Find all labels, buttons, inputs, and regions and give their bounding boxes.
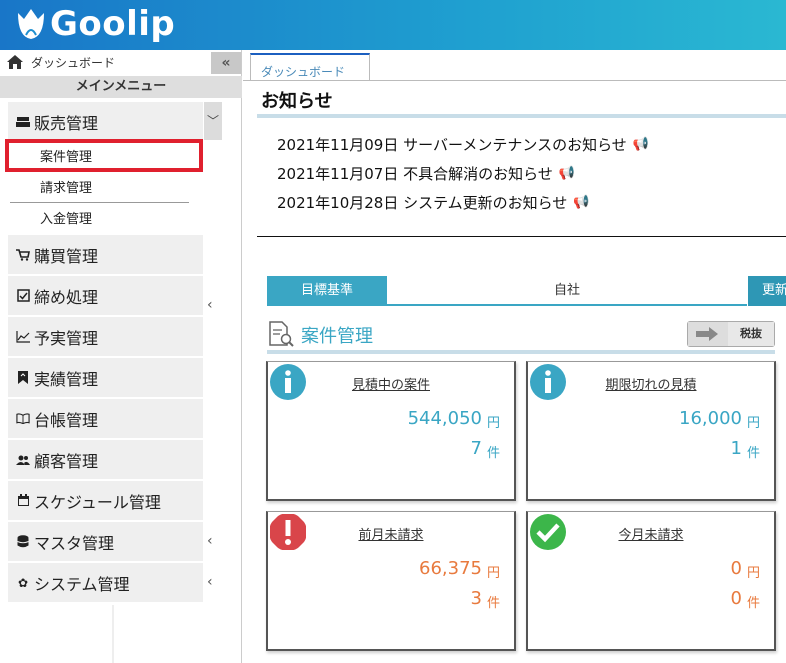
- sidebar-subitem-projects[interactable]: 案件管理: [40, 146, 92, 165]
- divider: [243, 80, 786, 81]
- checkbox-icon: [16, 289, 30, 303]
- main-menu-title: メインメニュー: [0, 76, 242, 98]
- update-button[interactable]: 更新: [748, 276, 786, 306]
- line-chart-icon: [16, 330, 30, 344]
- card-amount: 0: [730, 558, 742, 579]
- home-icon: [7, 55, 23, 69]
- sidebar-item-label: 販売管理: [34, 113, 99, 133]
- card-count: 7: [470, 438, 482, 459]
- tulip-logo-icon: [18, 9, 44, 39]
- card-title[interactable]: 期限切れの見積: [528, 374, 774, 393]
- sidebar-item-master[interactable]: マスタ管理: [8, 522, 203, 562]
- sidebar-item-purchasing[interactable]: 購買管理: [8, 235, 203, 275]
- news-text: 2021年11月07日 不具合解消のお知らせ: [277, 165, 553, 183]
- card-count-unit: 件: [746, 446, 760, 461]
- sidebar-item-label: スケジュール管理: [34, 492, 161, 512]
- database-icon: [16, 535, 30, 549]
- news-item[interactable]: 2021年11月07日 不具合解消のお知らせ 📢: [277, 159, 649, 188]
- news-list: 2021年11月09日 サーバーメンテナンスのお知らせ 📢 2021年11月07…: [277, 130, 649, 217]
- sidebar-item-label: システム管理: [34, 574, 130, 594]
- card-title[interactable]: 見積中の案件: [268, 374, 514, 393]
- document-search-icon: [269, 321, 294, 347]
- highlight-box: [5, 139, 203, 172]
- chevron-left-icon[interactable]: ‹: [207, 574, 213, 590]
- card-amount-unit: 円: [486, 416, 500, 431]
- card-amount-unit: 円: [486, 566, 500, 581]
- register-icon: [16, 115, 30, 129]
- card-title[interactable]: 前月未請求: [268, 524, 514, 543]
- chevron-left-icon[interactable]: ‹: [207, 297, 213, 313]
- card-count-unit: 件: [486, 596, 500, 611]
- divider: [257, 236, 786, 237]
- card-count-unit: 件: [746, 596, 760, 611]
- book-icon: [16, 412, 30, 426]
- stat-card[interactable]: 見積中の案件 544,050 円 7 件: [266, 361, 516, 501]
- card-count: 1: [730, 438, 742, 459]
- tax-toggle[interactable]: 税抜: [687, 321, 775, 347]
- chevron-down-icon[interactable]: ﹀: [204, 102, 222, 140]
- card-count: 0: [730, 588, 742, 609]
- news-text: 2021年11月09日 サーバーメンテナンスのお知らせ: [277, 136, 627, 154]
- divider: [267, 350, 775, 354]
- megaphone-icon: 📢: [573, 195, 590, 210]
- sidebar: ダッシュボード « メインメニュー 販売管理 ﹀ 案件管理 請求管理 入金管理 …: [0, 50, 242, 663]
- own-company-button[interactable]: 自社: [387, 276, 747, 306]
- sidebar-item-customers[interactable]: 顧客管理: [8, 440, 203, 480]
- news-item[interactable]: 2021年11月09日 サーバーメンテナンスのお知らせ 📢: [277, 130, 649, 159]
- tax-label: 税抜: [728, 322, 774, 346]
- sidebar-item-label: 台帳管理: [34, 410, 99, 430]
- sidebar-dashboard-label: ダッシュボード: [31, 56, 116, 70]
- sidebar-item-schedule[interactable]: スケジュール管理: [8, 481, 203, 521]
- app-name: Goolip: [50, 4, 176, 44]
- card-amount: 66,375: [419, 558, 482, 579]
- tab-dashboard[interactable]: ダッシュボード: [250, 53, 370, 81]
- sidebar-item-label: 締め処理: [34, 287, 99, 307]
- sidebar-subitem-payments[interactable]: 入金管理: [40, 208, 92, 227]
- megaphone-icon: 📢: [558, 166, 576, 181]
- card-title[interactable]: 今月未請求: [528, 524, 774, 543]
- stat-card[interactable]: 期限切れの見積 16,000 円 1 件: [526, 361, 776, 501]
- sidebar-dashboard-link[interactable]: ダッシュボード: [0, 50, 242, 74]
- sidebar-item-ledger[interactable]: 台帳管理: [8, 399, 203, 439]
- sidebar-item-label: 購買管理: [34, 246, 99, 266]
- divider: [257, 114, 786, 118]
- arrow-right-icon: [688, 322, 728, 346]
- app-header: Goolip: [0, 0, 786, 50]
- divider: [10, 202, 189, 203]
- cart-icon: [16, 248, 30, 262]
- sidebar-item-closing[interactable]: 締め処理: [8, 276, 203, 316]
- sidebar-item-sales[interactable]: 販売管理: [8, 102, 203, 142]
- divider: [112, 605, 114, 663]
- card-count: 3: [470, 588, 482, 609]
- megaphone-icon: 📢: [632, 137, 649, 152]
- card-amount-unit: 円: [746, 416, 760, 431]
- sidebar-item-system[interactable]: ✿ システム管理: [8, 563, 203, 603]
- stat-card[interactable]: 前月未請求 66,375 円 3 件: [266, 511, 516, 651]
- sidebar-subitem-billing[interactable]: 請求管理: [40, 177, 92, 196]
- gear-icon: ✿: [17, 575, 29, 590]
- sidebar-item-label: マスタ管理: [34, 533, 115, 553]
- sidebar-item-label: 予実管理: [34, 328, 99, 348]
- news-item[interactable]: 2021年10月28日 システム更新のお知らせ 📢: [277, 188, 649, 217]
- sidebar-item-budget[interactable]: 予実管理: [8, 317, 203, 357]
- section-title: 案件管理: [301, 326, 373, 347]
- card-amount-unit: 円: [746, 566, 760, 581]
- target-basis-button[interactable]: 目標基準: [267, 276, 387, 306]
- card-amount: 544,050: [407, 408, 482, 429]
- card-amount: 16,000: [679, 408, 742, 429]
- calendar-icon: [16, 494, 30, 508]
- sidebar-item-label: 顧客管理: [34, 451, 99, 471]
- sidebar-item-label: 実績管理: [34, 369, 99, 389]
- sidebar-item-results[interactable]: 実績管理: [8, 358, 203, 398]
- stat-card[interactable]: 今月未請求 0 円 0 件: [526, 511, 776, 651]
- card-count-unit: 件: [486, 446, 500, 461]
- users-icon: [16, 453, 30, 467]
- bookmark-icon: [16, 371, 30, 385]
- main-content: ダッシュボード お知らせ 2021年11月09日 サーバーメンテナンスのお知らせ…: [243, 50, 786, 663]
- app-logo[interactable]: Goolip: [14, 4, 175, 44]
- chevron-left-icon[interactable]: ‹: [207, 533, 213, 549]
- notice-title: お知らせ: [261, 91, 333, 112]
- news-text: 2021年10月28日 システム更新のお知らせ: [277, 194, 568, 212]
- collapse-sidebar-button[interactable]: «: [211, 52, 241, 74]
